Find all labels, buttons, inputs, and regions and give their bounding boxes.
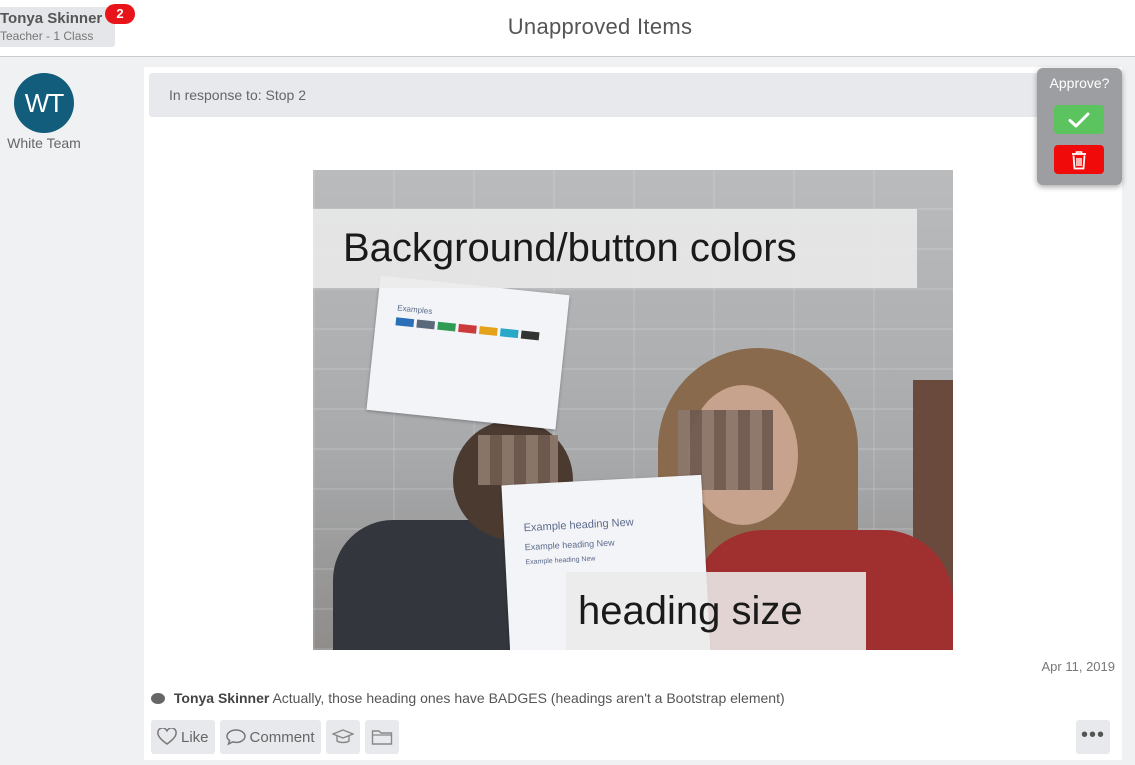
ellipsis-icon: ••• [1080, 724, 1105, 746]
paper-line: Example heading New [524, 537, 615, 553]
approve-button[interactable] [1054, 105, 1104, 134]
in-response-to-label: In response to: Stop 2 [169, 87, 306, 103]
comment-author: Tonya Skinner [173, 690, 270, 706]
portfolio-button[interactable] [325, 720, 360, 754]
swatch [499, 328, 519, 339]
graduation-cap-icon [331, 728, 354, 746]
top-bar: Tonya Skinner Teacher - 1 Class 2 Unappr… [0, 0, 1135, 57]
in-response-to-bar[interactable]: In response to: Stop 2 › [149, 73, 1117, 117]
comment-button[interactable]: Comment [219, 720, 321, 754]
comment: Tonya Skinner Actually, those heading on… [151, 690, 785, 706]
post-date: Apr 11, 2019 [1041, 659, 1115, 674]
image-caption-top: Background/button colors [313, 209, 917, 288]
swatch [416, 319, 436, 330]
page-title: Unapproved Items [507, 14, 693, 39]
blurred-face-left [478, 435, 558, 485]
heart-icon [157, 728, 177, 746]
post-actions: Like Comment [151, 720, 399, 754]
paper-colors: Examples [366, 275, 570, 430]
swatch [478, 326, 498, 336]
more-options-button[interactable]: ••• [1076, 720, 1110, 754]
swatch [458, 323, 477, 334]
swatch-row [395, 317, 540, 341]
post-photo[interactable]: Examples Example heading New Example hea… [313, 170, 953, 650]
paper-top-heading: Examples [396, 303, 433, 317]
comment-label: Comment [249, 728, 315, 746]
like-label: Like [181, 728, 209, 746]
approve-title: Approve? [1049, 75, 1110, 91]
comment-text: Actually, those heading ones have BADGES… [272, 690, 785, 706]
avatar-label[interactable]: White Team [0, 135, 88, 151]
approve-panel: Approve? [1037, 68, 1122, 185]
folder-icon [371, 728, 393, 746]
swatch [395, 317, 415, 328]
swatch [520, 330, 540, 341]
avatar[interactable]: WT [14, 73, 74, 133]
delete-button[interactable] [1054, 145, 1104, 174]
comment-icon [225, 728, 246, 746]
paper-line: Example heading New [523, 516, 634, 535]
speech-bubble-icon [151, 693, 165, 704]
post-card: In response to: Stop 2 › Examples Exam [144, 67, 1122, 760]
folder-button[interactable] [364, 720, 399, 754]
image-caption-bottom: heading size [566, 572, 866, 650]
paper-line: Example heading New [525, 555, 596, 567]
like-button[interactable]: Like [151, 720, 215, 754]
swatch [437, 321, 456, 332]
